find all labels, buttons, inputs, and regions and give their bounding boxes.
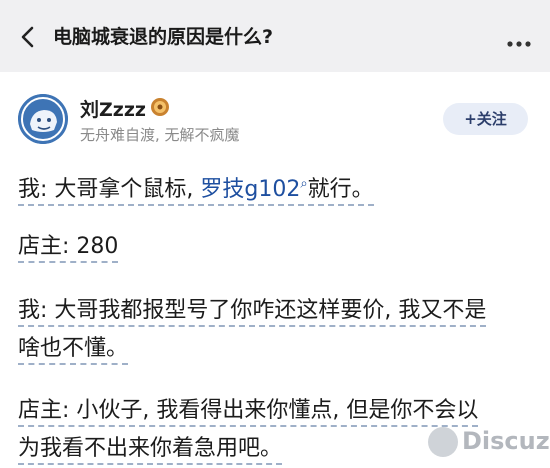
back-arrow-icon [21, 26, 34, 48]
paragraph-line: 我: 大哥拿个鼠标, 罗技g102⌕就行。 [18, 177, 374, 207]
author-name[interactable]: 刘Zzzz [80, 95, 146, 122]
back-button[interactable] [16, 23, 40, 51]
avatar-image [18, 94, 68, 144]
post-paragraph-4: 店主: 小伙子, 我看得出来你懂点, 但是你不会以 为我看不出来你着急用吧。 [18, 392, 538, 468]
level-badge-icon [150, 97, 170, 117]
text-segment: 我: 大哥拿个鼠标, [18, 177, 201, 203]
paragraph-line: 店主: 280 [18, 234, 119, 263]
post-paragraph-1: 我: 大哥拿个鼠标, 罗技g102⌕就行。 [18, 166, 538, 209]
product-link[interactable]: 罗技g102 [200, 177, 300, 202]
paragraph-line: 店主: 小伙子, 我看得出来你懂点, 但是你不会以 [18, 398, 479, 427]
more-dots-icon [507, 41, 531, 47]
author-signature: 无舟难自渡, 无解不疯魔 [80, 126, 240, 144]
watermark-text: Discuz! [462, 427, 550, 455]
follow-button[interactable]: +关注 [443, 103, 528, 135]
more-button[interactable] [506, 33, 532, 47]
watermark-logo-icon [428, 427, 458, 457]
top-bar: 电脑城衰退的原因是什么? [0, 0, 550, 72]
paragraph-line: 我: 大哥我都报型号了你咋还这样要价, 我又不是 [18, 298, 487, 327]
post-paragraph-2: 店主: 280 [18, 228, 538, 266]
page-title: 电脑城衰退的原因是什么? [53, 26, 274, 48]
paragraph-line: 啥也不懂。 [18, 336, 129, 365]
search-icon[interactable]: ⌕ [300, 177, 307, 192]
post-paragraph-3: 我: 大哥我都报型号了你咋还这样要价, 我又不是 啥也不懂。 [18, 292, 538, 368]
text-segment: 就行。 [307, 177, 374, 203]
avatar[interactable] [18, 94, 68, 144]
paragraph-line: 为我看不出来你着急用吧。 [18, 436, 283, 465]
